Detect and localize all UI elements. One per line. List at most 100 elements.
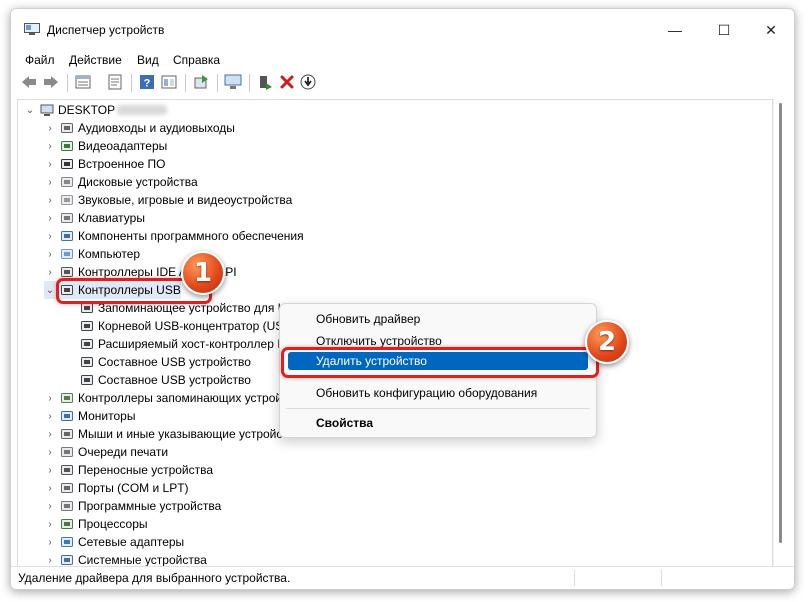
expand-chevron-icon[interactable]: › — [44, 191, 56, 209]
tree-category[interactable]: › Дисковые устройства — [44, 173, 198, 191]
expand-chevron-icon[interactable]: › — [44, 497, 56, 515]
expand-chevron-icon[interactable]: › — [44, 263, 56, 281]
vertical-scrollbar[interactable] — [773, 99, 788, 566]
tree-item-label: Встроенное ПО — [78, 157, 166, 171]
expand-chevron-icon[interactable]: › — [44, 119, 56, 137]
software-device-icon — [61, 501, 73, 511]
maximize-button[interactable]: ☐ — [701, 15, 747, 45]
system-device-icon — [61, 555, 73, 565]
ctx-disable-device[interactable]: Отключить устройство — [316, 334, 442, 348]
callout-badge-2: 2 — [585, 320, 629, 364]
tree-category[interactable]: › Клавиатуры — [44, 209, 145, 227]
enable-device-icon[interactable] — [255, 72, 275, 92]
tree-category[interactable]: › Порты (COM и LPT) — [44, 479, 188, 497]
status-divider — [574, 570, 575, 586]
scan-hardware-icon[interactable] — [223, 72, 243, 92]
usb-icon — [81, 339, 93, 349]
update-driver-icon[interactable] — [191, 72, 211, 92]
tree-category[interactable]: › Мыши и иные указывающие устройства — [44, 425, 300, 443]
tree-category[interactable]: › Компьютер — [44, 245, 140, 263]
display-adapter-icon — [61, 141, 73, 151]
tree-item-label: Очереди печати — [78, 445, 169, 459]
portable-device-icon — [61, 465, 73, 475]
ctx-properties[interactable]: Свойства — [316, 416, 373, 430]
network-adapter-icon — [61, 537, 73, 547]
usb-icon — [81, 357, 93, 367]
expand-chevron-icon[interactable]: › — [44, 443, 56, 461]
expand-chevron-icon[interactable]: › — [44, 209, 56, 227]
tree-item-label: Контроллеры запоминающих устройств — [78, 391, 300, 405]
tree-category[interactable]: › Программные устройства — [44, 497, 221, 515]
usb-device[interactable]: Составное USB устройство — [80, 371, 251, 389]
ide-controller-icon — [61, 267, 73, 277]
close-button[interactable]: ✕ — [748, 15, 794, 45]
tree-root[interactable]: ⌄ DESKTOP — [24, 101, 168, 119]
tree-item-label: Компьютер — [78, 247, 141, 261]
tree-category[interactable]: › Встроенное ПО — [44, 155, 165, 173]
ctx-separator — [286, 408, 590, 409]
menu-help[interactable]: Справка — [169, 51, 224, 69]
back-icon[interactable] — [19, 72, 39, 92]
collapse-chevron-icon[interactable]: ⌄ — [24, 101, 36, 119]
usb-icon — [81, 375, 93, 385]
toolbar: ? — [11, 71, 794, 97]
tree-category[interactable]: › Мониторы — [44, 407, 135, 425]
usb-device[interactable]: Составное USB устройство — [80, 353, 251, 371]
help-icon[interactable]: ? — [137, 72, 157, 92]
tree-category[interactable]: › Контроллеры запоминающих устройств — [44, 389, 300, 407]
view-icon[interactable] — [159, 72, 179, 92]
ctx-update-driver[interactable]: Обновить драйвер — [316, 312, 420, 326]
tree-item-label: Клавиатуры — [78, 211, 145, 225]
ctx-scan-hardware[interactable]: Обновить конфигурацию оборудования — [316, 386, 537, 400]
expand-chevron-icon[interactable]: › — [44, 461, 56, 479]
collapse-chevron-icon[interactable]: ⌄ — [44, 281, 56, 299]
expand-chevron-icon[interactable]: › — [44, 533, 56, 551]
tree-category[interactable]: › Компоненты программного обеспечения — [44, 227, 303, 245]
menu-action[interactable]: Действие — [65, 51, 126, 69]
expand-chevron-icon[interactable]: › — [44, 137, 56, 155]
toolbar-separator — [217, 74, 218, 92]
processor-icon — [61, 519, 73, 529]
tree-category[interactable]: › Переносные устройства — [44, 461, 213, 479]
uninstall-icon[interactable] — [277, 72, 297, 92]
menu-view[interactable]: Вид — [133, 51, 163, 69]
expand-chevron-icon[interactable]: › — [44, 227, 56, 245]
tree-category[interactable]: › Видеоадаптеры — [44, 137, 167, 155]
status-divider — [661, 570, 662, 586]
tree-category[interactable]: › Сетевые адаптеры — [44, 533, 184, 551]
tree-item-label: Видеоадаптеры — [78, 139, 168, 153]
computer-icon — [61, 249, 73, 259]
tree-category[interactable]: › Звуковые, игровые и видеоустройства — [44, 191, 292, 209]
redacted-hostname — [117, 105, 168, 115]
tree-item-label: Составное USB устройство — [98, 373, 251, 387]
download-icon[interactable] — [298, 72, 318, 92]
tree-category[interactable]: › Очереди печати — [44, 443, 168, 461]
menu-file[interactable]: Файл — [21, 51, 59, 69]
expand-chevron-icon[interactable]: › — [44, 425, 56, 443]
tree-item-label: Звуковые, игровые и видеоустройства — [78, 193, 293, 207]
tree-item-label: Сетевые адаптеры — [78, 535, 185, 549]
window-title: Диспетчер устройств — [47, 23, 165, 37]
tree-item-label: Процессоры — [78, 517, 148, 531]
computer-icon — [40, 104, 54, 116]
keyboard-icon — [61, 213, 73, 223]
expand-chevron-icon[interactable]: › — [44, 155, 56, 173]
expand-chevron-icon[interactable]: › — [44, 173, 56, 191]
minimize-button[interactable]: — — [652, 15, 698, 45]
storage-controller-icon — [61, 393, 73, 403]
menu-bar: Файл Действие Вид Справка — [11, 49, 794, 71]
driver-details-icon[interactable] — [105, 72, 125, 92]
properties-icon[interactable] — [73, 72, 93, 92]
forward-icon[interactable] — [41, 72, 61, 92]
tree-item-label: Программные устройства — [78, 499, 222, 513]
expand-chevron-icon[interactable]: › — [44, 479, 56, 497]
tree-category[interactable]: › Процессоры — [44, 515, 148, 533]
expand-chevron-icon[interactable]: › — [44, 515, 56, 533]
expand-chevron-icon[interactable]: › — [44, 389, 56, 407]
monitor-icon — [61, 411, 73, 421]
tree-item-label: Дисковые устройства — [78, 175, 198, 189]
scrollbar-thumb[interactable] — [779, 103, 782, 543]
expand-chevron-icon[interactable]: › — [44, 407, 56, 425]
tree-category[interactable]: › Аудиовходы и аудиовыходы — [44, 119, 235, 137]
expand-chevron-icon[interactable]: › — [44, 245, 56, 263]
